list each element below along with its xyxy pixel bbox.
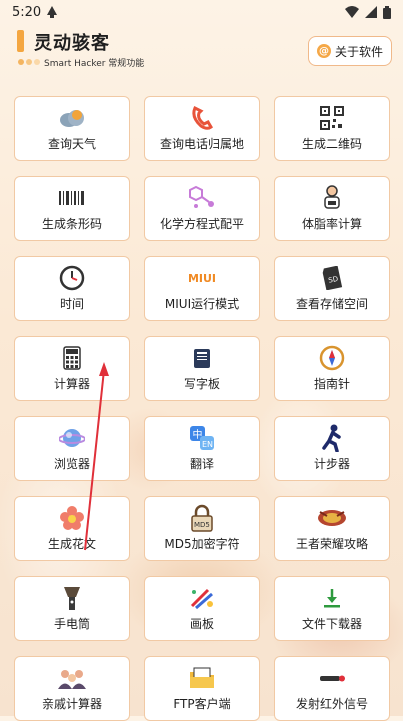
tool-label: 生成条形码 — [41, 217, 102, 231]
tool-label: 文件下载器 — [301, 617, 362, 631]
tool-tile[interactable]: 浏览器 — [14, 416, 130, 481]
tool-tile[interactable]: 计步器 — [274, 416, 390, 481]
tool-label: 查询电话归属地 — [159, 137, 244, 151]
svg-text:EN: EN — [202, 440, 213, 449]
tool-label: 时间 — [59, 297, 84, 311]
miui-icon: MIUI — [187, 271, 217, 285]
flashlight-icon — [57, 585, 87, 611]
wifi-icon — [345, 6, 359, 18]
tool-tile[interactable]: MD5 MD5加密字符 — [144, 496, 260, 561]
app-title: 灵动骇客 — [34, 33, 110, 54]
tool-label: 指南针 — [313, 377, 350, 391]
app-subtitle: Smart Hacker 常规功能 — [44, 59, 145, 69]
tool-tile[interactable]: FTP客户端 — [144, 656, 260, 721]
tool-tile[interactable]: 化学方程式配平 — [144, 176, 260, 241]
tool-tile[interactable]: 手电筒 — [14, 576, 130, 641]
tool-tile[interactable]: 亲戚计算器 — [14, 656, 130, 721]
tool-label: 体脂率计算 — [301, 217, 362, 231]
folder-icon — [187, 665, 217, 691]
tool-tile[interactable]: 查询天气 — [14, 96, 130, 161]
tool-label: FTP客户端 — [173, 697, 231, 711]
tool-tile[interactable]: 生成花文 — [14, 496, 130, 561]
tool-tile[interactable]: 时间 — [14, 256, 130, 321]
tool-label: MIUI运行模式 — [164, 297, 240, 311]
tool-tile[interactable]: 文件下载器 — [274, 576, 390, 641]
tool-tile[interactable]: 生成条形码 — [14, 176, 130, 241]
tool-tile[interactable]: 画板 — [144, 576, 260, 641]
tool-label: 查询天气 — [47, 137, 96, 151]
about-button-label: 关于软件 — [334, 44, 383, 59]
tool-tile[interactable]: MIUI MIUI运行模式 — [144, 256, 260, 321]
tool-tile[interactable]: 计算器 — [14, 336, 130, 401]
tool-tile[interactable]: 生成二维码 — [274, 96, 390, 161]
tool-label: MD5加密字符 — [164, 537, 240, 551]
signal-icon — [365, 6, 377, 18]
notification-icon — [47, 6, 58, 18]
tool-label: 画板 — [189, 617, 214, 631]
calculator-icon — [57, 345, 87, 371]
tool-tile[interactable]: 指南针 — [274, 336, 390, 401]
status-time: 5:20 — [12, 4, 42, 20]
compass-icon — [317, 345, 347, 371]
svg-text:MD5: MD5 — [194, 521, 210, 529]
decor-dots — [18, 59, 40, 65]
tool-label: 查看存储空间 — [295, 297, 368, 311]
family-icon — [57, 665, 87, 691]
tool-tile[interactable]: 中 EN 翻译 — [144, 416, 260, 481]
barcode-icon — [57, 185, 87, 211]
battery-icon — [383, 5, 391, 19]
tool-label: 生成二维码 — [301, 137, 362, 151]
tool-label: 发射红外信号 — [295, 697, 368, 711]
body-fat-icon — [317, 185, 347, 211]
tool-label: 生成花文 — [47, 537, 96, 551]
brand-accent-bar — [17, 30, 24, 52]
tools-grid: 查询天气 查询电话归属地 生成二维码 生成条形码 化学方程式配平 体脂率计算 时间 MIUI M… — [14, 96, 390, 721]
lock-icon: MD5 — [187, 504, 217, 532]
notepad-icon — [187, 345, 217, 371]
at-icon: @ — [316, 44, 331, 58]
tool-label: 化学方程式配平 — [159, 217, 244, 231]
tool-tile[interactable]: 体脂率计算 — [274, 176, 390, 241]
game-logo-icon — [317, 505, 347, 531]
tool-tile[interactable]: SD 查看存储空间 — [274, 256, 390, 321]
tool-tile[interactable]: 查询电话归属地 — [144, 96, 260, 161]
tool-tile[interactable]: 王者荣耀攻略 — [274, 496, 390, 561]
tool-label: 写字板 — [183, 377, 220, 391]
tool-label: 浏览器 — [53, 457, 90, 471]
tool-label: 计算器 — [53, 377, 90, 391]
qrcode-icon — [317, 105, 347, 131]
browser-icon — [57, 425, 87, 451]
runner-icon — [317, 424, 347, 452]
tool-label: 计步器 — [313, 457, 350, 471]
tool-label: 手电筒 — [53, 617, 90, 631]
sd-card-icon: SD — [317, 265, 347, 291]
flower-icon — [57, 505, 87, 531]
molecule-icon — [187, 185, 217, 211]
tool-tile[interactable]: 发射红外信号 — [274, 656, 390, 721]
infrared-icon — [317, 665, 347, 691]
header: 灵动骇客 Smart Hacker 常规功能 @ 关于软件 — [0, 24, 403, 80]
download-icon — [317, 585, 347, 611]
tool-label: 亲戚计算器 — [41, 697, 102, 711]
about-button[interactable]: @ 关于软件 — [308, 36, 392, 66]
tool-label: 王者荣耀攻略 — [295, 537, 368, 551]
paint-icon — [187, 585, 217, 611]
translate-icon: 中 EN — [187, 425, 217, 451]
cloud-icon — [57, 105, 87, 131]
phone-icon — [187, 105, 217, 131]
status-bar: 5:20 — [0, 0, 403, 24]
tool-label: 翻译 — [189, 457, 214, 471]
clock-icon — [57, 265, 87, 291]
tool-tile[interactable]: 写字板 — [144, 336, 260, 401]
